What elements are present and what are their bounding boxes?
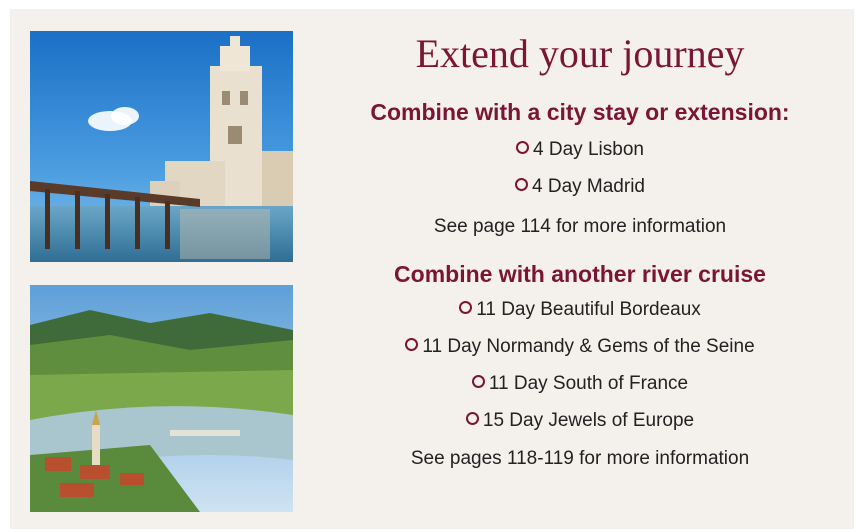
river-valley-photo [30,285,293,512]
list-item: 11 Day Beautiful Bordeaux [315,291,845,328]
city-stay-list: 4 Day Lisbon 4 Day Madrid [315,131,845,205]
city-stay-note: See page 114 for more information [433,216,727,237]
river-cruise-note: See pages 118-119 for more information [410,448,750,469]
page-title: Extend your journey [415,31,745,76]
circle-bullet-icon [516,141,530,154]
list-item: 11 Day Normandy & Gems of the Seine [315,328,845,365]
extension-content: Extend your journey Combine with a city … [315,25,845,479]
belem-tower-photo [30,31,293,262]
list-item: 15 Day Jewels of Europe [315,402,845,439]
circle-bullet-icon [465,412,479,425]
river-cruise-list: 11 Day Beautiful Bordeaux 11 Day Normand… [315,291,845,439]
circle-bullet-icon [405,338,419,351]
list-item: 4 Day Lisbon [315,131,845,168]
river-cruise-heading: Combine with another river cruise [394,261,766,287]
list-item: 11 Day South of France [315,365,845,402]
circle-bullet-icon [459,301,473,314]
city-stay-heading: Combine with a city stay or extension: [370,99,790,125]
circle-bullet-icon [471,375,485,388]
circle-bullet-icon [515,178,528,191]
list-item: 4 Day Madrid [315,168,845,205]
